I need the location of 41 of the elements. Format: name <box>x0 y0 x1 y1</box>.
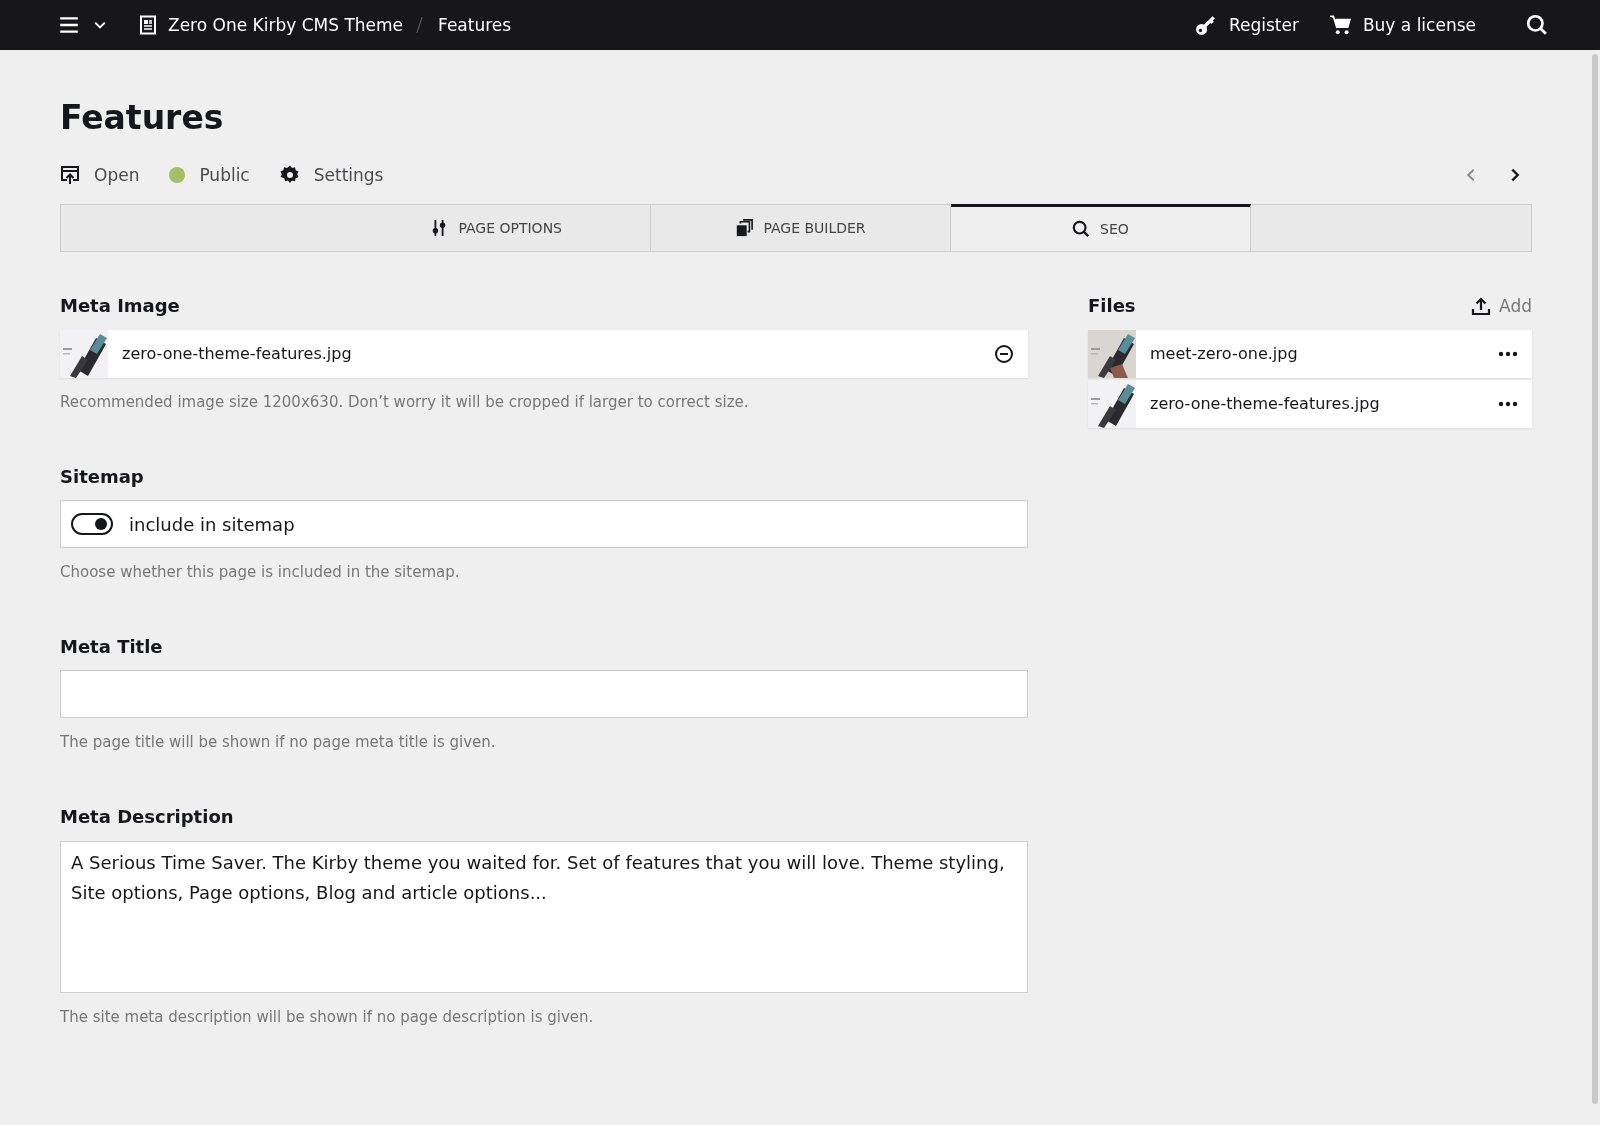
option-link[interactable]: Open <box>94 165 140 186</box>
tab[interactable]: SEO <box>951 204 1251 252</box>
option-link[interactable]: Settings <box>313 165 384 186</box>
remove-icon[interactable] <box>994 343 1014 364</box>
option-link[interactable]: Public <box>199 165 250 186</box>
file-name: meet-zero-one.jpg <box>1150 344 1299 364</box>
search-icon <box>1072 220 1091 239</box>
input-field[interactable] <box>60 670 1028 719</box>
help-text: The page title will be shown if no page meta title is given. <box>60 733 497 752</box>
field-label: Meta Description <box>60 805 235 829</box>
add-button[interactable]: Add <box>1471 296 1532 316</box>
file-card[interactable]: zero-one-theme-features.jpg <box>60 329 1028 378</box>
copies-icon <box>735 219 754 238</box>
search-icon[interactable] <box>1526 14 1548 36</box>
field-label: Meta Image <box>60 294 181 318</box>
help-text: The site meta description will be shown if no page description is given. <box>60 1007 595 1026</box>
toggle-label: include in sitemap <box>129 513 295 535</box>
file-name: zero-one-theme-features.jpg <box>1150 394 1381 414</box>
field-label: Meta Title <box>60 635 164 659</box>
topbar-link[interactable]: Buy a license <box>1362 15 1476 35</box>
upload-icon <box>1471 296 1492 316</box>
toggle-field[interactable]: include in sitemap <box>60 500 1028 549</box>
key-icon[interactable] <box>1194 14 1217 36</box>
topbar-link[interactable]: Register <box>1228 15 1299 35</box>
file-name: zero-one-theme-features.jpg <box>122 344 353 364</box>
toggle-switch[interactable] <box>71 513 113 536</box>
section-label: Files <box>1088 294 1136 318</box>
file-item[interactable]: meet-zero-one.jpg <box>1088 329 1532 378</box>
page-icon <box>138 15 158 35</box>
cart-icon[interactable] <box>1328 14 1351 36</box>
open-icon[interactable] <box>60 165 80 186</box>
scrollbar[interactable] <box>1592 54 1598 1104</box>
help-text: Choose whether this page is included in the sitemap. <box>60 563 461 582</box>
text-area[interactable]: A Serious Time Saver. The Kirby theme you waited for. Set of features that you will love. Theme styling, Site options, Page options, Blog and article options... <box>60 840 1028 993</box>
field-label: Sitemap <box>60 464 145 489</box>
breadcrumb-link[interactable]: Features <box>438 15 512 35</box>
breadcrumb-link[interactable]: Zero One Kirby CMS Theme <box>168 15 404 35</box>
file-item[interactable]: zero-one-theme-features.jpg <box>1088 379 1532 428</box>
page-title: Features <box>60 100 225 137</box>
help-text: Recommended image size 1200x630. Don’t worry it will be cropped if larger to correct size. <box>60 392 750 411</box>
menu-icon[interactable] <box>58 14 80 36</box>
